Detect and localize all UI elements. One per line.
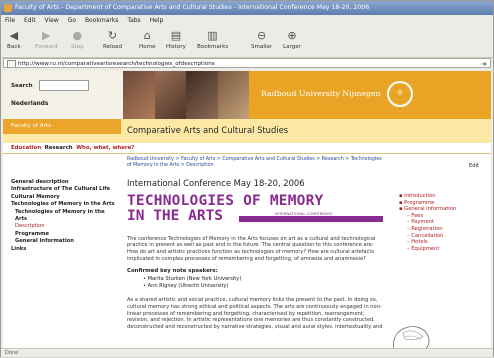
window-title: Faculty of Arts - Department of Comparat… xyxy=(15,4,370,11)
rightnav-subitem[interactable]: Fees xyxy=(399,213,456,220)
status-bar: Done xyxy=(1,348,493,357)
leftnav-item[interactable]: Infrastructure of The Cultural Life xyxy=(11,186,115,193)
back-arrow-icon: ◀ xyxy=(9,29,19,42)
right-navigation: Introduction Programme General informati… xyxy=(399,193,456,252)
section-title: Comparative Arts and Cultural Studies xyxy=(127,125,289,135)
edit-link[interactable]: Edit xyxy=(469,163,479,169)
language-link[interactable]: Nederlands xyxy=(11,101,48,107)
leftnav-subitem[interactable]: Technologies of Memory in the Arts xyxy=(11,209,115,224)
home-button[interactable]: ⌂ Home xyxy=(139,29,156,51)
back-button[interactable]: ◀ Back xyxy=(7,29,21,51)
leftnav-item[interactable]: General description xyxy=(11,179,115,186)
site-search-area: Search Nederlands xyxy=(3,71,123,119)
header-photo-2 xyxy=(154,71,186,119)
logo-tagline: INTERNATIONAL CONFERENCE xyxy=(275,210,333,216)
menu-bookmarks[interactable]: Bookmarks xyxy=(85,17,119,24)
history-icon: ▤ xyxy=(170,29,182,42)
logo-line-2: IN THE ARTS xyxy=(127,207,224,224)
nav-education[interactable]: Education xyxy=(11,145,41,151)
menu-go[interactable]: Go xyxy=(68,17,76,24)
go-icon[interactable]: ➜ xyxy=(481,59,487,67)
history-button[interactable]: ▤ History xyxy=(166,29,186,51)
keynote-heading: Confirmed key note speakers: xyxy=(127,268,218,275)
left-navigation: General description Infrastructure of Th… xyxy=(11,179,115,253)
rightnav-item[interactable]: Programme xyxy=(399,200,456,207)
forward-button[interactable]: ▶ Forward xyxy=(35,29,58,51)
leftnav-subitem-active[interactable]: Description xyxy=(11,223,115,230)
leftnav-item[interactable]: Links xyxy=(11,246,115,253)
keynote-list: Marita Sturken (New York University) Ann… xyxy=(127,276,383,289)
breadcrumb[interactable]: Radboud University > Faculty of Arts > C… xyxy=(127,157,383,170)
logo-bar xyxy=(239,215,383,222)
rightnav-subitem[interactable]: Payment xyxy=(399,219,456,226)
zoom-out-icon: ⊖ xyxy=(257,29,267,42)
browser-window: Faculty of Arts - Department of Comparat… xyxy=(0,0,494,357)
rightnav-subitem[interactable]: Cancellation xyxy=(399,233,456,240)
divider xyxy=(3,153,491,154)
search-label: Search xyxy=(11,83,33,89)
rightnav-subitem[interactable]: Hotels xyxy=(399,239,456,246)
conference-logo: TECHNOLOGIES OF MEMORY IN THE ARTS INTER… xyxy=(127,192,383,228)
page-icon xyxy=(7,60,16,67)
header-photo-1 xyxy=(123,71,155,119)
header-photo-4 xyxy=(217,71,249,119)
page-title: International Conference May 18-20, 2006 xyxy=(127,177,305,188)
nav-who-what-where[interactable]: Who, what, where? xyxy=(76,145,134,151)
bookmarks-icon: ▥ xyxy=(207,29,218,42)
rightnav-item[interactable]: General information xyxy=(399,206,456,213)
header-photos xyxy=(123,71,249,119)
app-icon xyxy=(4,4,12,12)
faculty-box[interactable]: Faculty of Arts xyxy=(3,119,121,134)
university-name: Radboud University Nijmegen xyxy=(261,89,381,98)
university-seal-icon: ✧ xyxy=(387,81,413,107)
menu-tabs[interactable]: Tabs xyxy=(127,17,140,24)
keynote-speaker: Marita Sturken (New York University) xyxy=(143,276,383,283)
logo-line-1: TECHNOLOGIES OF MEMORY xyxy=(127,192,324,209)
header-photo-3 xyxy=(186,71,218,119)
university-banner: Radboud University Nijmegen ✧ xyxy=(249,71,491,119)
top-nav-links: Education Research Who, what, where? xyxy=(11,145,134,151)
main-content: Radboud University > Faculty of Arts > C… xyxy=(127,157,383,330)
menu-help[interactable]: Help xyxy=(150,17,164,24)
leftnav-subitem[interactable]: Programme xyxy=(11,231,115,238)
nav-research[interactable]: Research xyxy=(45,145,73,151)
menu-view[interactable]: View xyxy=(45,17,59,24)
keynote-speaker: Ann Rigney (Utrecht University) xyxy=(143,283,383,290)
rightnav-subitem[interactable]: Registration xyxy=(399,226,456,233)
smaller-text-button[interactable]: ⊖ Smaller xyxy=(251,29,272,51)
leftnav-subitem[interactable]: General information xyxy=(11,238,115,245)
rightnav-item[interactable]: Introduction xyxy=(399,193,456,200)
navigation-toolbar: ◀ Back ▶ Forward ● Stop ↻ Reload ⌂ Home ▤ Hist… xyxy=(1,27,493,58)
url-text: http://www.ru.nl/comparativeartsresearch… xyxy=(18,61,215,67)
url-field[interactable]: http://www.ru.nl/comparativeartsresearch… xyxy=(3,58,491,68)
zoom-in-icon: ⊕ xyxy=(287,29,297,42)
bookmarks-button[interactable]: ▥ Bookmarks xyxy=(197,29,228,51)
search-input[interactable] xyxy=(39,80,89,91)
title-bar: Faculty of Arts - Department of Comparat… xyxy=(1,1,493,15)
leftnav-item[interactable]: Cultural Memory xyxy=(11,194,115,201)
menu-edit[interactable]: Edit xyxy=(24,17,36,24)
menu-file[interactable]: File xyxy=(5,17,15,24)
home-icon: ⌂ xyxy=(143,29,151,42)
rightnav-subitem[interactable]: Equipment xyxy=(399,246,456,253)
intro-paragraph: The conference Technologies of Memory in… xyxy=(127,235,376,262)
larger-text-button[interactable]: ⊕ Larger xyxy=(283,29,301,51)
reload-button[interactable]: ↻ Reload xyxy=(103,29,122,51)
stop-icon: ● xyxy=(72,29,83,42)
web-page: Search Nederlands Radboud University Nij… xyxy=(3,71,491,348)
second-paragraph: As a shared artistic and social practice… xyxy=(127,297,383,330)
forward-arrow-icon: ▶ xyxy=(42,29,51,42)
brain-head-illustration xyxy=(393,326,430,348)
stop-button[interactable]: ● Stop xyxy=(71,29,84,51)
reload-icon: ↻ xyxy=(107,29,118,42)
leftnav-item[interactable]: Technologies of Memory in the Arts xyxy=(11,201,115,208)
menu-bar: File Edit View Go Bookmarks Tabs Help xyxy=(1,15,493,27)
